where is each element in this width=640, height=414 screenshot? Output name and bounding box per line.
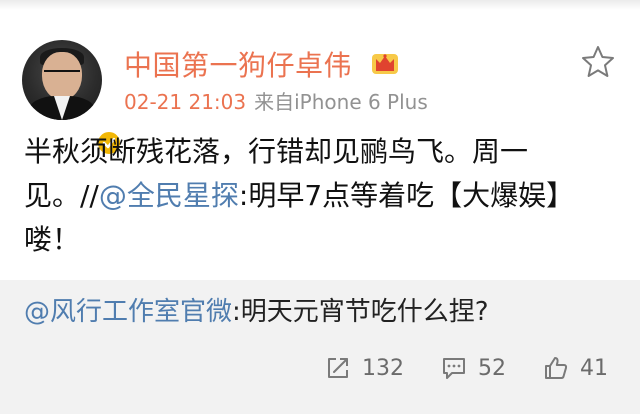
- user-avatar[interactable]: [22, 40, 122, 156]
- repost-count: 132: [362, 355, 404, 381]
- comment-icon: [443, 358, 465, 379]
- star-icon[interactable]: [580, 44, 616, 80]
- retweet-text: @风行工作室官微:明天元宵节吃什么捏?: [24, 294, 489, 330]
- mention-link[interactable]: @全民星探: [99, 179, 239, 212]
- weibo-post-card: 中国第一狗仔卓伟 02-21 21:03 来自iPhone 6 Plus 半秋须断…: [0, 0, 640, 414]
- like-button[interactable]: 41: [542, 350, 608, 386]
- user-name[interactable]: 中国第一狗仔卓伟: [124, 44, 352, 84]
- crown-icon[interactable]: [370, 48, 400, 76]
- top-divider: [0, 0, 640, 10]
- avatar-image: [22, 40, 102, 120]
- retweet-mention-link[interactable]: @风行工作室官微: [24, 297, 232, 327]
- retweet-body: :明天元宵节吃什么捏?: [232, 297, 489, 327]
- repost-button[interactable]: 132: [324, 350, 404, 386]
- thumbs-up-icon: [545, 357, 568, 379]
- comment-button[interactable]: 52: [440, 350, 506, 386]
- post-text: 半秋须断残花落，行错却见鹂鸟飞。周一见。//@全民星探:明早7点等着吃【大爆娱】…: [24, 130, 620, 262]
- post-meta: 02-21 21:03 来自iPhone 6 Plus: [124, 86, 428, 115]
- comment-count: 52: [478, 355, 506, 381]
- post-time: 02-21 21:03: [124, 90, 247, 114]
- like-count: 41: [580, 355, 608, 381]
- repost-icon: [328, 358, 348, 378]
- post-source: 来自iPhone 6 Plus: [254, 90, 428, 114]
